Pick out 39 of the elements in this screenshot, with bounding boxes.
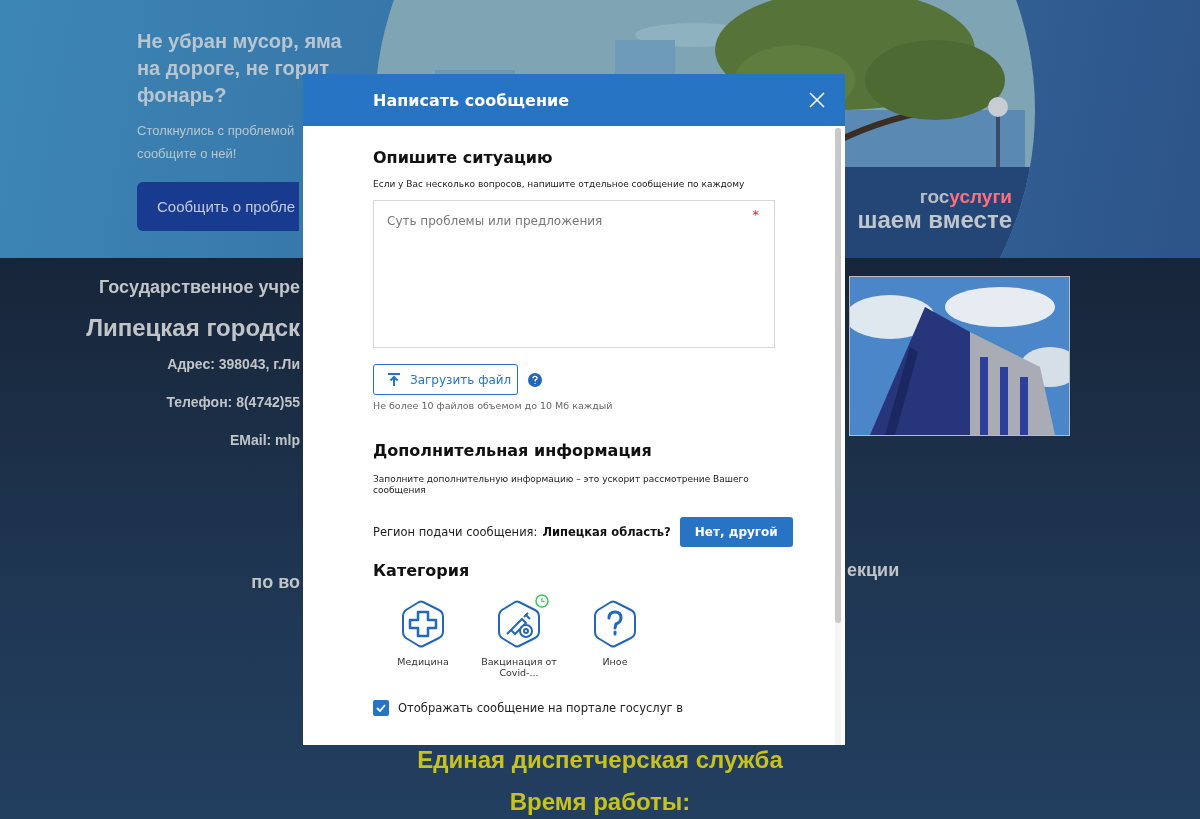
section-heading: Дополнительная информация	[373, 441, 652, 460]
plus-icon	[401, 600, 445, 648]
report-button[interactable]: Сообщить о пробле	[137, 182, 299, 231]
contact-text: Адрес: 398043, г.Ли	[167, 355, 300, 373]
organization-type: Государственное учре	[99, 276, 300, 298]
help-icon[interactable]	[528, 372, 542, 387]
hero-text: Столкнулись с проблемой сообщите о ней!	[137, 122, 296, 163]
upload-note: Не более 10 файлов объемом до 10 Мб каждый	[373, 400, 613, 411]
contact-text: EMail: mlp	[230, 431, 300, 449]
hero-heading: Не убран мусор, яма на дороге, не горит фонарь?	[137, 29, 343, 108]
region-value: Липецкая область?	[542, 525, 671, 539]
checkbox-label: Отображать сообщение на портале госуслуг в	[398, 701, 683, 715]
topic-text: екции	[847, 560, 900, 580]
organization-name: Липецкая городск	[86, 314, 300, 342]
hours-title: Время работы:	[509, 788, 691, 816]
section-heading: Категория	[373, 561, 470, 580]
change-region-button[interactable]: Нет, другой	[679, 517, 793, 547]
logo-text: услуги	[949, 186, 1012, 208]
logo-text: гос	[919, 186, 950, 208]
upload-button[interactable]: Загрузить файл	[373, 364, 518, 395]
contact-text: Телефон: 8(4742)55	[166, 393, 300, 411]
required-mark: *	[752, 207, 759, 222]
upload-icon	[388, 373, 400, 386]
section-heading: Опишите ситуацию	[373, 148, 553, 167]
category-option[interactable]: Медицина	[375, 594, 471, 678]
category-option[interactable]: Иное	[567, 594, 663, 678]
service-name: Единая диспетчерская служба	[417, 746, 783, 774]
check-icon	[376, 704, 386, 712]
slogan: шаем вместе	[857, 206, 1012, 234]
category-option[interactable]: Вакцинация от Covid-...	[471, 594, 567, 678]
close-icon	[809, 92, 825, 108]
topic-text: по во	[251, 572, 300, 592]
section-hint: Если у Вас несколько вопросов, напишите отдельное сообщение по каждому	[373, 179, 746, 190]
question-icon	[593, 600, 637, 648]
dialog-title: Написать сообщение	[373, 90, 569, 110]
region-label: Регион подачи сообщения:	[373, 525, 538, 539]
syringe-icon	[497, 600, 541, 648]
checkbox[interactable]	[373, 700, 389, 716]
section-hint: Заполните дополнительную информацию – это ускорит рассмотрение Вашего сообщения	[373, 474, 750, 496]
